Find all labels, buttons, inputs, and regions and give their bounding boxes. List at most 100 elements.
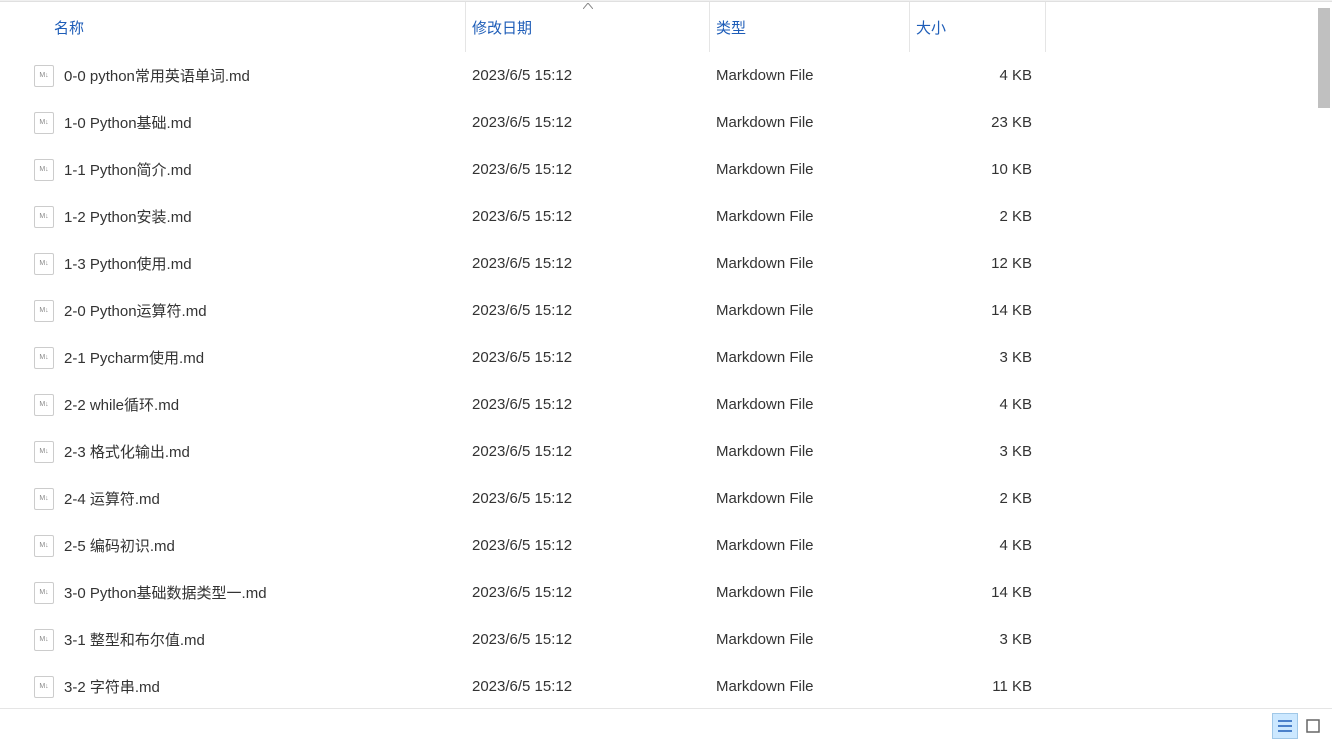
file-row[interactable]: M↓2-5 编码初识.md2023/6/5 15:12Markdown File… [34, 522, 1312, 569]
file-row[interactable]: M↓1-0 Python基础.md2023/6/5 15:12Markdown … [34, 99, 1312, 146]
file-size-cell: 11 KB [910, 663, 1046, 706]
file-row[interactable]: M↓2-0 Python运算符.md2023/6/5 15:12Markdown… [34, 287, 1312, 334]
column-header-type[interactable]: 类型 [710, 2, 910, 52]
file-date-cell: 2023/6/5 15:12 [466, 240, 710, 287]
file-size-cell: 14 KB [910, 287, 1046, 334]
file-row[interactable]: M↓2-1 Pycharm使用.md2023/6/5 15:12Markdown… [34, 334, 1312, 381]
file-type-cell: Markdown File [710, 52, 910, 99]
file-name-text: 3-1 整型和布尔值.md [64, 629, 205, 650]
markdown-file-icon: M↓ [34, 629, 54, 651]
vertical-scrollbar-thumb[interactable] [1318, 8, 1330, 108]
column-label-date: 修改日期 [472, 17, 532, 38]
file-name-cell: M↓ 1-2 Python安装.md [34, 193, 466, 240]
file-date-cell: 2023/6/5 15:12 [466, 52, 710, 99]
file-date-cell: 2023/6/5 15:12 [466, 616, 710, 663]
column-header-date[interactable]: 修改日期 [466, 2, 710, 52]
file-name-text: 2-1 Pycharm使用.md [64, 347, 204, 368]
markdown-file-icon: M↓ [34, 394, 54, 416]
file-name-text: 2-2 while循环.md [64, 394, 179, 415]
file-row[interactable]: M↓ 3-1 整型和布尔值.md 2023/6/5 15:12Markdown Fi… [34, 616, 1312, 663]
file-type-cell: Markdown File [710, 428, 910, 475]
file-name-text: 2-4 运算符.md [64, 488, 160, 509]
file-name-cell: M↓ 3-0 Python基础数据类型一.md [34, 569, 466, 616]
file-size-cell: 3 KB [910, 334, 1046, 381]
file-type-cell: Markdown File [710, 99, 910, 146]
file-name-text: 2-3 格式化输出.md [64, 441, 190, 462]
file-date-cell: 2023/6/5 15:12 [466, 334, 710, 381]
file-type-cell: Markdown File [710, 381, 910, 428]
file-date-cell: 2023/6/5 15:12 [466, 475, 710, 522]
file-date-cell: 2023/6/5 15:12 [466, 569, 710, 616]
markdown-file-icon: M↓ [34, 300, 54, 322]
file-date-cell: 2023/6/5 15:12 [466, 663, 710, 706]
file-row[interactable]: M↓ 1-1 Python简介.md 2023/6/5 15:12Markdown … [34, 146, 1312, 193]
file-name-text: 2-0 Python运算符.md [64, 300, 207, 321]
file-name-cell: M↓1-0 Python基础.md [34, 99, 466, 146]
markdown-file-icon: M↓ [34, 676, 54, 698]
file-row[interactable]: M↓1-3 Python使用.md2023/6/5 15:12Markdown … [34, 240, 1312, 287]
file-name-cell: M↓ 2-0 Python运算符.md [34, 287, 466, 334]
file-size-cell: 14 KB [910, 569, 1046, 616]
markdown-file-icon: M↓ [34, 441, 54, 463]
file-name-text: 3-2 字符串.md [64, 676, 160, 697]
file-type-cell: Markdown File [710, 193, 910, 240]
file-name-text: 3-0 Python基础数据类型一.md [64, 582, 267, 603]
file-type-cell: Markdown File [710, 569, 910, 616]
file-size-cell: 3 KB [910, 428, 1046, 475]
file-row[interactable]: M↓ 0-0 python常用英语单词.md 2023/6/5 15:12Markd… [34, 52, 1312, 99]
markdown-file-icon: M↓ [34, 206, 54, 228]
file-row[interactable]: M↓ 2-3 格式化输出.md 2023/6/5 15:12Markdown Fil… [34, 428, 1312, 475]
file-date-cell: 2023/6/5 15:12 [466, 193, 710, 240]
file-name-cell: M↓ 3-2 字符串.md [34, 663, 466, 706]
file-date-cell: 2023/6/5 15:12 [466, 146, 710, 193]
file-name-cell: M↓ 0-0 python常用英语单词.md [34, 52, 466, 99]
column-label-type: 类型 [716, 17, 746, 38]
file-row[interactable]: M↓2-4 运算符.md2023/6/5 15:12Markdown File2… [34, 475, 1312, 522]
file-date-cell: 2023/6/5 15:12 [466, 381, 710, 428]
file-name-text: 1-1 Python简介.md [64, 159, 192, 180]
file-row[interactable]: M↓ 2-2 while循环.md 2023/6/5 15:12Markdown F… [34, 381, 1312, 428]
column-headers: 名称 修改日期 类型 大小 [34, 2, 1312, 52]
column-label-name: 名称 [54, 17, 84, 38]
file-name-cell: M↓ 3-1 整型和布尔值.md [34, 616, 466, 663]
file-name-cell: M↓ 2-2 while循环.md [34, 381, 466, 428]
file-list-container: 名称 修改日期 类型 大小 M↓ 0-0 python常用英语单词.md 2023/… [0, 2, 1332, 706]
markdown-file-icon: M↓ [34, 535, 54, 557]
file-size-cell: 12 KB [910, 240, 1046, 287]
column-header-size[interactable]: 大小 [910, 2, 1046, 52]
file-name-cell: M↓2-1 Pycharm使用.md [34, 334, 466, 381]
file-date-cell: 2023/6/5 15:12 [466, 99, 710, 146]
file-size-cell: 23 KB [910, 99, 1046, 146]
markdown-file-icon: M↓ [34, 112, 54, 134]
file-type-cell: Markdown File [710, 146, 910, 193]
file-type-cell: Markdown File [710, 334, 910, 381]
markdown-file-icon: M↓ [34, 488, 54, 510]
file-size-cell: 4 KB [910, 522, 1046, 569]
file-name-cell: M↓1-3 Python使用.md [34, 240, 466, 287]
file-size-cell: 3 KB [910, 616, 1046, 663]
file-name-text: 1-2 Python安装.md [64, 206, 192, 227]
file-type-cell: Markdown File [710, 240, 910, 287]
file-date-cell: 2023/6/5 15:12 [466, 522, 710, 569]
file-size-cell: 2 KB [910, 193, 1046, 240]
file-type-cell: Markdown File [710, 287, 910, 334]
file-type-cell: Markdown File [710, 475, 910, 522]
file-size-cell: 4 KB [910, 52, 1046, 99]
file-row[interactable]: M↓ 3-2 字符串.md 2023/6/5 15:12Markdown File1… [34, 663, 1312, 706]
status-bar [0, 708, 1332, 742]
markdown-file-icon: M↓ [34, 582, 54, 604]
file-date-cell: 2023/6/5 15:12 [466, 428, 710, 475]
file-name-text: 0-0 python常用英语单词.md [64, 65, 250, 86]
file-name-cell: M↓ 2-3 格式化输出.md [34, 428, 466, 475]
file-type-cell: Markdown File [710, 616, 910, 663]
markdown-file-icon: M↓ [34, 65, 54, 87]
view-details-button[interactable] [1272, 713, 1298, 739]
file-size-cell: 10 KB [910, 146, 1046, 193]
file-row[interactable]: M↓ 3-0 Python基础数据类型一.md 2023/6/5 15:12Mark… [34, 569, 1312, 616]
file-type-cell: Markdown File [710, 663, 910, 706]
file-name-text: 2-5 编码初识.md [64, 535, 175, 556]
file-row[interactable]: M↓ 1-2 Python安装.md 2023/6/5 15:12Markdown … [34, 193, 1312, 240]
markdown-file-icon: M↓ [34, 159, 54, 181]
view-large-icons-button[interactable] [1300, 713, 1326, 739]
column-header-name[interactable]: 名称 [34, 2, 466, 52]
